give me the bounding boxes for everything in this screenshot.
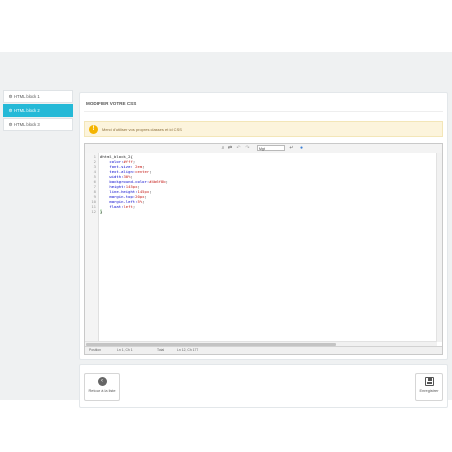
cogs-icon: ⚙ — [8, 122, 13, 127]
code-token: center — [135, 169, 150, 174]
page-background: ⚙HTML block 1 ⚙HTML block 2 ⚙HTML block … — [0, 52, 452, 408]
back-button-label: Retour à la liste — [88, 388, 116, 393]
redo-icon[interactable]: ↷ — [245, 145, 250, 152]
warning-icon: ! — [89, 125, 98, 134]
panel-title: MODIFIER VOTRE CSS — [84, 99, 443, 112]
wrap-icon[interactable]: ↵ — [289, 145, 294, 152]
vertical-scrollbar[interactable] — [436, 153, 442, 342]
sidebar-item-label: HTML block 2 — [14, 108, 40, 113]
css-panel: MODIFIER VOTRE CSS ! Merci d'utiliser vo… — [79, 92, 448, 360]
code-token: } — [100, 209, 103, 214]
code-area[interactable]: 1 #html_block_2{2 color:#fff; 3 font-size:… — [85, 153, 442, 342]
code-token: ; — [132, 204, 136, 209]
editor-statusbar: Position Ln 1, Ch 1 Total Ln 12, Ch 177 — [85, 346, 442, 354]
code-token: ; — [144, 194, 147, 199]
sidebar-item-label: HTML block 3 — [14, 122, 40, 127]
help-icon[interactable]: ● — [299, 145, 304, 152]
font-size-select[interactable]: Mgt — [257, 145, 285, 151]
total-value: Ln 12, Ch 177 — [177, 348, 199, 352]
floppy-disk-icon — [424, 377, 434, 386]
total-label: Total — [157, 348, 165, 352]
sidebar-item-label: HTML block 1 — [14, 94, 40, 99]
code-token: #4b6f8b — [149, 179, 166, 184]
sidebar-item-html-block-3[interactable]: ⚙HTML block 3 — [3, 118, 73, 131]
sidebar-item-html-block-2[interactable]: ⚙HTML block 2 — [3, 104, 73, 117]
code-token: ; — [165, 179, 168, 184]
code-token: left — [123, 204, 133, 209]
warning-alert: ! Merci d'utiliser vos propres classes e… — [84, 121, 443, 137]
code-token: ; — [149, 169, 152, 174]
line-number: 12 — [91, 209, 96, 214]
alert-message: Merci d'utiliser vos propres classes et … — [102, 127, 182, 132]
code-line: } — [100, 209, 103, 214]
panel-footer: ‹ Retour à la liste Enregistrer — [79, 364, 448, 408]
code-token: ; — [149, 189, 152, 194]
save-button-label: Enregistrer — [419, 388, 439, 393]
arrow-left-icon: ‹ — [97, 377, 107, 386]
replace-icon[interactable]: ⇄ — [227, 145, 233, 152]
save-button[interactable]: Enregistrer — [415, 373, 443, 401]
back-to-list-button[interactable]: ‹ Retour à la liste — [84, 373, 120, 401]
code-token: float: — [100, 204, 124, 209]
sidebar: ⚙HTML block 1 ⚙HTML block 2 ⚙HTML block … — [3, 90, 73, 132]
position-label: Position — [89, 348, 102, 352]
undo-icon[interactable]: ↶ — [236, 145, 241, 152]
css-code-editor: ⌕ ⇄ ↶ ↷ Mgt ↵ ● 1 #html_block_2{2 color:#… — [84, 143, 443, 355]
search-icon[interactable]: ⌕ — [220, 145, 226, 152]
cogs-icon: ⚙ — [8, 108, 13, 113]
code-line: float:left; — [100, 204, 135, 209]
sidebar-item-html-block-1[interactable]: ⚙HTML block 1 — [3, 90, 73, 103]
position-value: Ln 1, Ch 1 — [117, 348, 133, 352]
cogs-icon: ⚙ — [8, 94, 13, 99]
code-token: ; — [142, 199, 145, 204]
